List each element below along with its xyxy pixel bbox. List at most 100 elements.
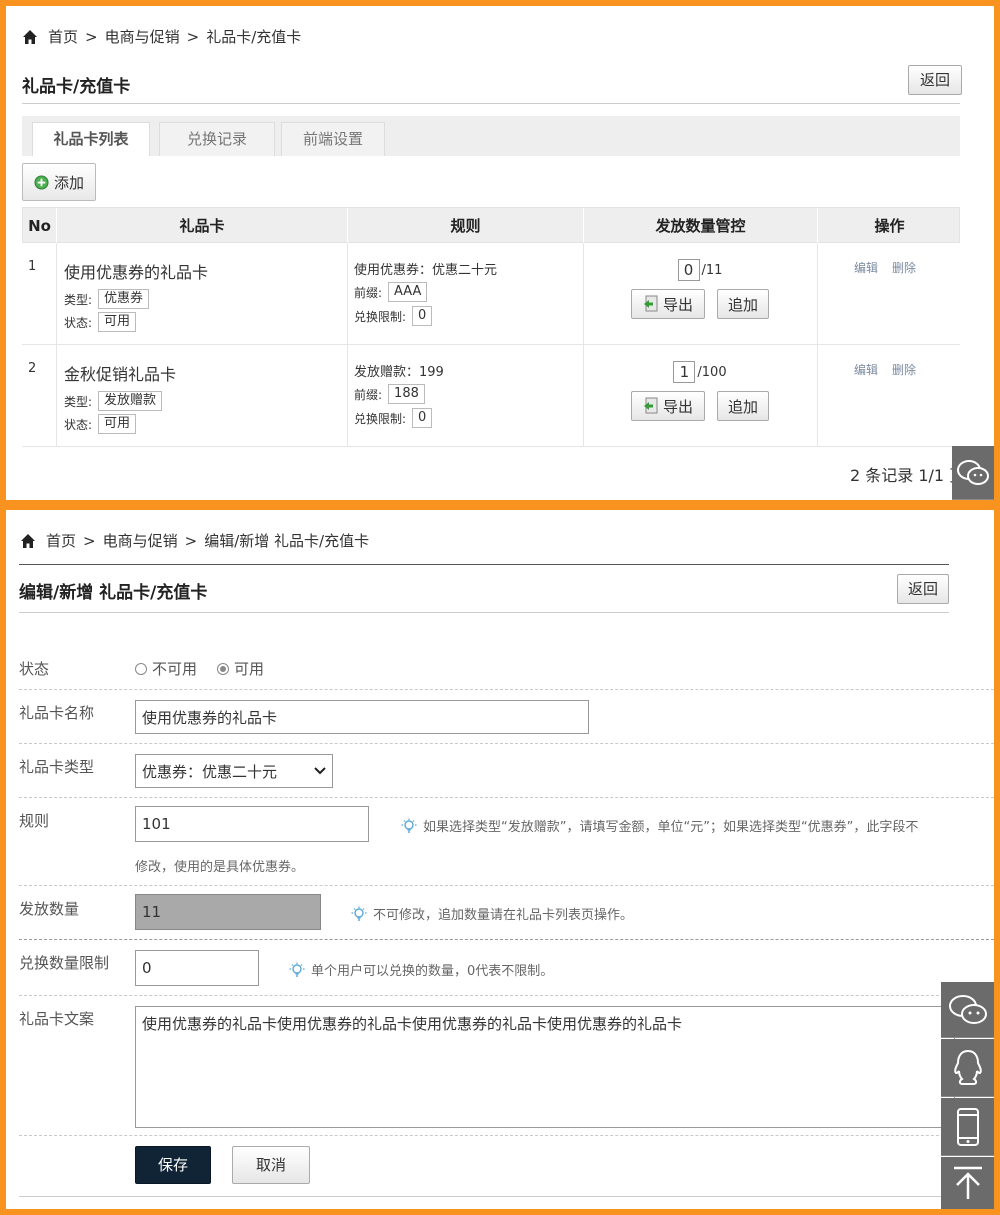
breadcrumb-ecommerce[interactable]: 电商与促销 xyxy=(105,26,180,47)
redeem-limit-hint-text: 单个用户可以兑换的数量，0代表不限制。 xyxy=(311,964,554,979)
limit-label: 兑换限制: xyxy=(354,411,407,426)
name-input[interactable]: 使用优惠券的礼品卡 xyxy=(135,700,589,734)
delete-link[interactable]: 删除 xyxy=(892,363,916,377)
edit-link[interactable]: 编辑 xyxy=(854,261,878,275)
card-cell: 金秋促销礼品卡 类型: 发放赠款 状态: 可用 xyxy=(64,361,176,435)
back-button[interactable]: 返回 xyxy=(908,65,962,95)
export-icon xyxy=(643,397,658,414)
home-icon[interactable] xyxy=(22,29,38,45)
prefix-value: 188 xyxy=(388,384,425,404)
card-type-badge: 发放赠款 xyxy=(98,391,163,411)
issue-quantity-hint-text: 不可修改，追加数量请在礼品卡列表页操作。 xyxy=(373,908,634,923)
qq-icon xyxy=(953,1049,982,1085)
mobile-float-button[interactable] xyxy=(941,1098,994,1156)
type-select-value: 优惠券：优惠二十元 xyxy=(142,762,278,781)
divider xyxy=(22,103,960,104)
quantity-cell: 0/11 导出 追加 xyxy=(583,259,817,319)
table-header: No 礼品卡 规则 发放数量管控 操作 xyxy=(22,207,960,244)
status-label: 状态: xyxy=(64,417,93,432)
breadcrumb-home[interactable]: 首页 xyxy=(48,26,78,47)
plus-circle-icon xyxy=(34,174,49,190)
breadcrumb-current: 编辑/新增 礼品卡/充值卡 xyxy=(204,532,370,550)
name-row: 礼品卡名称 使用优惠券的礼品卡 xyxy=(19,690,994,744)
card-name: 使用优惠券的礼品卡 xyxy=(64,263,209,282)
wechat-float-button[interactable] xyxy=(941,982,994,1038)
type-row: 礼品卡类型 优惠券：优惠二十元 xyxy=(19,744,994,798)
prefix-value: AAA xyxy=(388,282,428,302)
issue-quantity-label: 发放数量 xyxy=(19,900,80,918)
limit-label: 兑换限制: xyxy=(354,309,407,324)
export-label: 导出 xyxy=(662,295,693,314)
type-select[interactable]: 优惠券：优惠二十元 xyxy=(135,754,333,788)
append-button[interactable]: 追加 xyxy=(717,289,769,319)
card-name: 金秋促销礼品卡 xyxy=(64,365,177,384)
gift-card-edit-panel: 首页 > 电商与促销 > 编辑/新增 礼品卡/充值卡 编辑/新增 礼品卡/充值卡… xyxy=(6,510,994,1209)
prefix-label: 前缀: xyxy=(354,285,383,300)
add-button-label: 添加 xyxy=(53,173,84,192)
tab-redeem-records[interactable]: 兑换记录 xyxy=(159,122,275,156)
tab-gift-card-list[interactable]: 礼品卡列表 xyxy=(32,122,150,156)
rule-label: 规则 xyxy=(19,812,50,830)
breadcrumb-home[interactable]: 首页 xyxy=(46,530,76,551)
breadcrumb-separator: > xyxy=(184,531,198,550)
copy-text-textarea[interactable]: 使用优惠券的礼品卡使用优惠券的礼品卡使用优惠券的礼品卡使用优惠券的礼品卡 xyxy=(135,1006,955,1128)
divider xyxy=(19,612,949,613)
append-button[interactable]: 追加 xyxy=(717,391,769,421)
home-icon[interactable] xyxy=(20,533,36,549)
save-button[interactable]: 保存 xyxy=(135,1146,211,1184)
rule-text: 发放赠款：199 xyxy=(354,364,444,380)
radio-checked[interactable] xyxy=(217,662,230,675)
tab-bar: 礼品卡列表 兑换记录 前端设置 xyxy=(22,116,960,156)
back-button[interactable]: 返回 xyxy=(897,574,949,604)
back-to-top-icon xyxy=(953,1166,982,1199)
redeem-limit-label: 兑换数量限制 xyxy=(19,954,110,972)
column-header-quantity: 发放数量管控 xyxy=(584,208,818,244)
wechat-icon xyxy=(957,459,989,485)
status-badge: 可用 xyxy=(98,414,137,434)
qq-float-button[interactable] xyxy=(941,1039,994,1097)
column-header-card: 礼品卡 xyxy=(57,208,348,244)
copy-text-label: 礼品卡文案 xyxy=(19,1010,95,1028)
delete-link[interactable]: 删除 xyxy=(892,261,916,275)
add-button[interactable]: 添加 xyxy=(22,163,96,201)
redeem-limit-input[interactable]: 0 xyxy=(135,950,259,986)
lightbulb-icon xyxy=(351,906,367,921)
quantity-cell: 1/100 导出 追加 xyxy=(583,361,817,421)
issue-quantity-row: 发放数量 11 不可修改，追加数量请在礼品卡列表页操作。 xyxy=(19,886,994,940)
breadcrumb-current: 礼品卡/充值卡 xyxy=(206,28,302,46)
lightbulb-icon xyxy=(289,962,305,977)
export-button[interactable]: 导出 xyxy=(631,391,705,421)
rule-cell: 发放赠款：199 前缀: 188 兑换限制: 0 xyxy=(354,359,444,429)
export-button[interactable]: 导出 xyxy=(631,289,705,319)
limit-value: 0 xyxy=(412,408,433,428)
back-to-top-button[interactable] xyxy=(941,1157,994,1209)
status-option-disabled[interactable]: 不可用 xyxy=(135,658,197,679)
tab-frontend-settings[interactable]: 前端设置 xyxy=(281,122,385,156)
column-header-actions: 操作 xyxy=(874,217,905,235)
column-header-no: No xyxy=(23,208,57,244)
limit-value: 0 xyxy=(412,306,433,326)
issued-count: 1 xyxy=(673,361,696,383)
actions-cell: 编辑 删除 xyxy=(854,259,930,276)
column-header-rule: 规则 xyxy=(348,208,584,244)
type-label: 类型: xyxy=(64,292,93,307)
redeem-limit-row: 兑换数量限制 0 单个用户可以兑换的数量，0代表不限制。 xyxy=(19,940,994,996)
radio-unchecked[interactable] xyxy=(135,662,147,675)
cancel-button[interactable]: 取消 xyxy=(232,1146,310,1184)
actions-cell: 编辑 删除 xyxy=(854,361,930,378)
table-row: 1 使用优惠券的礼品卡 类型: 优惠券 状态: 可用 使用优惠券：优惠二十元 前缀:… xyxy=(22,243,960,345)
status-label: 状态 xyxy=(19,660,50,678)
edit-link[interactable]: 编辑 xyxy=(854,363,878,377)
rule-input[interactable]: 101 xyxy=(135,806,369,842)
wechat-float-button[interactable] xyxy=(952,446,994,500)
copy-text-row: 礼品卡文案 使用优惠券的礼品卡使用优惠券的礼品卡使用优惠券的礼品卡使用优惠券的礼… xyxy=(19,996,994,1136)
table-row: 2 金秋促销礼品卡 类型: 发放赠款 状态: 可用 发放赠款：199 前缀: 188 … xyxy=(22,345,960,447)
breadcrumb-separator: > xyxy=(186,27,200,46)
issue-quantity-input: 11 xyxy=(135,894,321,930)
status-option-enabled[interactable]: 可用 xyxy=(217,658,264,679)
export-label: 导出 xyxy=(662,397,693,416)
breadcrumb-ecommerce[interactable]: 电商与促销 xyxy=(103,530,178,551)
status-label: 状态: xyxy=(64,315,93,330)
breadcrumb: 首页 > 电商与促销 > 礼品卡/充值卡 xyxy=(22,26,301,47)
card-cell: 使用优惠券的礼品卡 类型: 优惠券 状态: 可用 xyxy=(64,259,208,333)
